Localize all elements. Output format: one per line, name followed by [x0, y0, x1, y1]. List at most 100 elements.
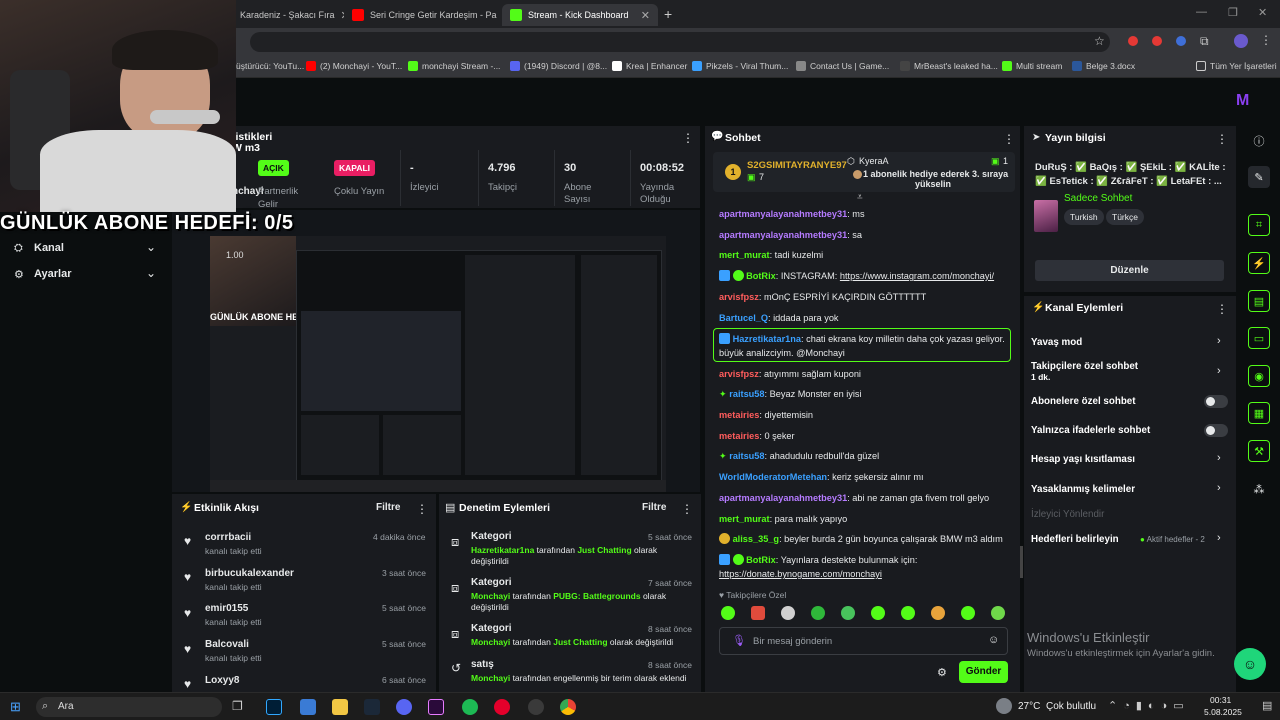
steam-icon[interactable] — [364, 699, 380, 715]
emote-icon[interactable] — [961, 606, 975, 620]
emote-icon[interactable] — [871, 606, 885, 620]
premiere-icon[interactable] — [428, 699, 444, 715]
emote-icon[interactable] — [781, 606, 795, 620]
bookmark[interactable]: Contact Us | Game... — [796, 61, 889, 71]
chevron-right-icon[interactable]: › — [1217, 452, 1221, 464]
avatar[interactable] — [1234, 34, 1248, 48]
slow-mode-item[interactable]: Yavaş mod — [1031, 337, 1082, 348]
chat-link[interactable]: https://www.instagram.com/monchayi/ — [840, 271, 994, 281]
filter-button[interactable]: Filtre — [376, 502, 400, 513]
chrome-icon[interactable] — [560, 699, 576, 715]
sidebar-item-kanal[interactable]: Kanal — [34, 242, 64, 254]
bookmark[interactable]: Multi stream — [1002, 61, 1062, 71]
category-link[interactable]: Sadece Sohbet — [1064, 193, 1132, 204]
menu-icon[interactable]: ⋮ — [416, 502, 428, 516]
extension-icon[interactable] — [1176, 36, 1186, 46]
system-tray-icons[interactable]: ⌃◔▮◐◑▭ — [1108, 699, 1190, 712]
emote-icon[interactable] — [721, 606, 735, 620]
broadcast-icon[interactable]: ◉ — [1248, 365, 1270, 387]
bookmark[interactable]: monchayi Stream -... — [408, 61, 500, 71]
bookmark[interactable]: Belge 3.docx — [1072, 61, 1135, 71]
browser-tab-active[interactable]: Stream - Kick Dashboard ✕ — [502, 4, 658, 26]
maximize-icon[interactable]: ❐ — [1228, 6, 1238, 19]
scrollbar[interactable] — [1020, 546, 1023, 578]
followers-chat-item[interactable]: Takipçilere özel sohbet — [1031, 361, 1138, 372]
emoji-icon[interactable]: ☺ — [988, 634, 999, 646]
emote-chat-toggle[interactable] — [1204, 424, 1228, 437]
close-icon[interactable]: ✕ — [641, 9, 650, 22]
url-field[interactable] — [250, 32, 1110, 52]
bookmark[interactable]: MrBeast's leaked ha... — [900, 61, 998, 71]
collapse-icon[interactable]: ⩡ — [857, 192, 863, 203]
close-window-icon[interactable]: ✕ — [1258, 6, 1267, 19]
menu-icon[interactable]: ⋮ — [1216, 302, 1228, 316]
set-goals-item[interactable]: Hedefleri belirleyin — [1031, 534, 1119, 545]
support-chat-button[interactable]: ☺ — [1234, 648, 1266, 680]
stream-video[interactable]: 1.00 GÜNLÜK ABONE HEDEFİ: 0/5 — [210, 236, 666, 492]
menu-icon[interactable]: ⋮ — [1260, 33, 1272, 47]
menu-icon[interactable]: ⋮ — [682, 131, 694, 145]
minimize-icon[interactable]: — — [1196, 6, 1207, 18]
obs-icon[interactable] — [528, 699, 544, 715]
bookmark[interactable]: Tüm Yer İşaretleri — [1196, 61, 1277, 71]
chevron-right-icon[interactable]: › — [1217, 365, 1221, 377]
new-tab-button[interactable]: + — [664, 6, 672, 22]
menu-icon[interactable]: ⋮ — [1003, 132, 1015, 146]
chat-icon[interactable]: ▭ — [1248, 327, 1270, 349]
filter-button[interactable]: Filtre — [642, 502, 666, 513]
bookmark[interactable]: (2) Monchayi - YouT... — [306, 61, 402, 71]
emote-icon[interactable] — [901, 606, 915, 620]
emote-icon[interactable] — [931, 606, 945, 620]
app-icon[interactable] — [300, 699, 316, 715]
photoshop-icon[interactable] — [266, 699, 282, 715]
star-icon[interactable]: ☆ — [1094, 34, 1105, 48]
notification-icon[interactable]: ▤ — [1262, 699, 1272, 712]
bookmark[interactable]: Krea | Enhancer — [612, 61, 687, 71]
subs-chat-toggle[interactable] — [1204, 395, 1228, 408]
chevron-right-icon[interactable]: › — [1217, 532, 1221, 544]
sidebar-item-ayarlar[interactable]: Ayarlar — [34, 268, 72, 280]
menu-icon[interactable]: ⋮ — [1216, 132, 1228, 146]
menu-icon[interactable]: ⋮ — [681, 502, 693, 516]
logo-icon[interactable]: M — [1236, 92, 1249, 110]
tag[interactable]: Türkçe — [1106, 209, 1144, 225]
document-icon[interactable]: ▤ — [1248, 290, 1270, 312]
chevron-down-icon[interactable]: ⌄ — [146, 240, 156, 254]
puzzle-icon[interactable]: ⧉ — [1200, 34, 1209, 49]
lightning-icon[interactable]: ⚡ — [1248, 252, 1270, 274]
bookmark[interactable]: (1949) Discord | @8... — [510, 61, 607, 71]
chevron-right-icon[interactable]: › — [1217, 482, 1221, 494]
banned-words-item[interactable]: Yasaklanmış kelimeler — [1031, 484, 1135, 495]
folder-icon[interactable] — [332, 699, 348, 715]
task-view-icon[interactable]: ❐ — [232, 699, 248, 715]
info-icon[interactable]: ⓘ — [1248, 130, 1270, 152]
extension-icon[interactable] — [1128, 36, 1138, 46]
age-restriction-item[interactable]: Hesap yaşı kısıtlaması — [1031, 454, 1135, 465]
browser-tab[interactable]: Karadeniz - Şakacı Fıra ✕ — [232, 4, 344, 26]
chat-input[interactable]: 🎙 Bir mesaj gönderin ☺ — [719, 627, 1008, 655]
chat-link[interactable]: https://donate.bynogame.com/monchayi — [719, 568, 882, 580]
emote-icon[interactable] — [751, 606, 765, 620]
extension-icon[interactable] — [1152, 36, 1162, 46]
tool-icon[interactable]: ⚒ — [1248, 440, 1270, 462]
chevron-down-icon[interactable]: ⌄ — [146, 266, 156, 280]
emote-icon[interactable] — [811, 606, 825, 620]
taskbar-search[interactable]: ⌕ Ara — [36, 697, 222, 717]
windows-start-icon[interactable]: ⊞ — [10, 699, 21, 715]
tag[interactable]: Turkish — [1064, 209, 1104, 225]
browser-tab[interactable]: Seri Cringe Getir Kardeşim - Pa ✕ — [344, 4, 500, 26]
crop-icon[interactable]: ⌗ — [1248, 214, 1270, 236]
edit-icon[interactable]: ✎ — [1248, 166, 1270, 188]
bookmark[interactable]: üştürücü: YouTu... — [236, 61, 304, 71]
gear-icon[interactable]: ⚙ — [937, 666, 947, 679]
stack-icon[interactable]: ▦ — [1248, 402, 1270, 424]
chevron-right-icon[interactable]: › — [1217, 335, 1221, 347]
bookmark[interactable]: Pikzels - Viral Thum... — [692, 61, 788, 71]
microphone-icon[interactable]: 🎙 — [732, 634, 746, 647]
send-button[interactable]: Gönder — [959, 661, 1008, 683]
opera-icon[interactable] — [494, 699, 510, 715]
settings-cluster-icon[interactable]: ⁂ — [1248, 478, 1270, 500]
emote-icon[interactable] — [991, 606, 1005, 620]
discord-icon[interactable] — [396, 699, 412, 715]
edit-button[interactable]: Düzenle — [1035, 260, 1224, 281]
